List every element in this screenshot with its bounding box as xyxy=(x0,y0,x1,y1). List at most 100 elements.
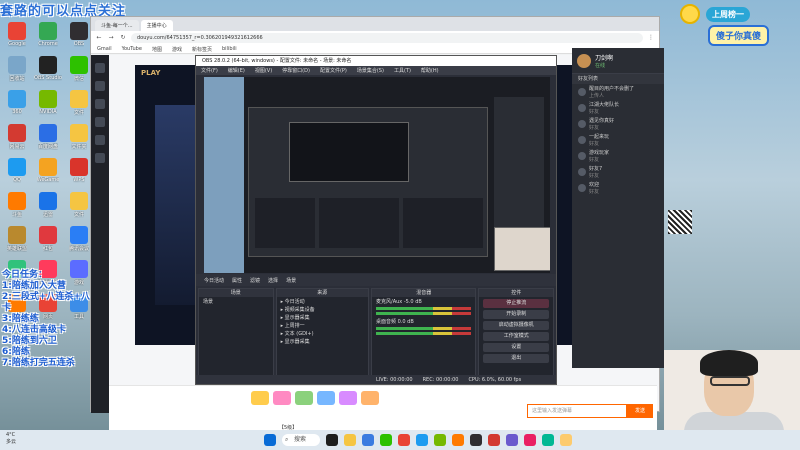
chat-item[interactable]: 欢迎 好友 xyxy=(572,180,664,196)
taskbar-app-icon[interactable] xyxy=(524,434,536,446)
back-icon[interactable]: ← xyxy=(95,34,103,42)
sidebar-item-分区[interactable] xyxy=(95,117,105,127)
address-bar[interactable]: douyu.com/64751357_r=0.30620194932161266… xyxy=(131,33,643,43)
source-item[interactable]: ▸ 上周排一 xyxy=(277,321,368,329)
desktop-icon[interactable]: 迅雷 xyxy=(33,192,63,224)
taskbar-app-icon[interactable] xyxy=(380,434,392,446)
desktop-icon[interactable]: Chrome xyxy=(33,22,63,54)
taskbar-app-icon[interactable] xyxy=(398,434,410,446)
desktop-icon[interactable]: 回收站 xyxy=(2,56,32,88)
obs-control-button[interactable]: 停止推流 xyxy=(483,299,549,308)
source-item[interactable]: ▸ 视频采集设备 xyxy=(277,305,368,313)
sidebar-item-直播[interactable] xyxy=(95,81,105,91)
tab-streamer-center[interactable]: 主播中心 xyxy=(140,20,173,31)
gift-icon[interactable] xyxy=(361,391,379,405)
desktop-icon-label: 360 xyxy=(12,109,22,115)
desktop-icon[interactable]: 红包 xyxy=(33,226,63,258)
desktop-icon[interactable]: 百度网盘 xyxy=(33,124,63,156)
taskbar-app-icon[interactable] xyxy=(434,434,446,446)
menu-icon[interactable]: ⋮ xyxy=(647,34,655,42)
scene-item[interactable]: 场景 xyxy=(199,297,273,305)
send-button[interactable]: 发送 xyxy=(627,404,653,418)
forward-icon[interactable]: → xyxy=(107,34,115,42)
bookmark-item[interactable]: 地图 xyxy=(152,46,162,53)
gift-icon[interactable] xyxy=(317,391,335,405)
bookmark-item[interactable]: 游戏 xyxy=(172,46,182,53)
desktop-icon[interactable]: 英雄联盟 xyxy=(2,226,32,258)
windows-start-icon[interactable] xyxy=(264,434,276,446)
obs-control-button[interactable]: 工作室模式 xyxy=(483,332,549,341)
bookmark-item[interactable]: bilibili xyxy=(222,46,237,52)
chat-item[interactable]: 遇见你真好 好友 xyxy=(572,116,664,132)
chat-item[interactable]: 一起来玩 好友 xyxy=(572,132,664,148)
obs-menu-item[interactable]: 工具(T) xyxy=(394,67,411,74)
source-item[interactable]: ▸ 文本 (GDI+) xyxy=(277,329,368,337)
bookmark-item[interactable]: Gmail xyxy=(97,46,112,52)
chat-item[interactable]: 江湖大佬队长 好友 xyxy=(572,100,664,116)
obs-menu-item[interactable]: 文件(F) xyxy=(201,67,218,74)
avatar xyxy=(578,136,586,144)
desktop-icon[interactable]: 斗鱼 xyxy=(2,192,32,224)
weather-widget[interactable]: 4°C 多云 xyxy=(6,432,16,446)
obs-control-button[interactable]: 开始录制 xyxy=(483,310,549,319)
taskbar-app-icon[interactable] xyxy=(470,434,482,446)
app-icon xyxy=(70,22,88,40)
app-icon xyxy=(39,90,57,108)
scene-bar-item[interactable]: 选择 xyxy=(268,277,278,284)
sidebar-item-首页[interactable] xyxy=(95,63,105,73)
bookmark-item[interactable]: YouTube xyxy=(122,46,142,52)
taskbar-app-icon[interactable] xyxy=(560,434,572,446)
scene-bar-item[interactable]: 属性 xyxy=(232,277,242,284)
desktop-icon[interactable]: 360 xyxy=(2,90,32,122)
taskbar-app-icon[interactable] xyxy=(416,434,428,446)
gift-icon[interactable] xyxy=(339,391,357,405)
obs-menu-item[interactable]: 帮助(H) xyxy=(421,67,439,74)
taskbar-app-icon[interactable] xyxy=(362,434,374,446)
chat-tab[interactable]: 好友列表 xyxy=(572,74,664,84)
obs-menu-item[interactable]: 场景集合(S) xyxy=(357,67,384,74)
desktop-icon[interactable]: OBS Studio xyxy=(33,56,63,88)
sidebar-item-赛事[interactable] xyxy=(95,153,105,163)
obs-menu-item[interactable]: 编辑(E) xyxy=(228,67,245,74)
source-item[interactable]: ▸ 显示器采集 xyxy=(277,313,368,321)
desktop-icon[interactable]: 网易云 xyxy=(2,124,32,156)
taskbar-app-icon[interactable] xyxy=(542,434,554,446)
taskbar-app-icon[interactable] xyxy=(488,434,500,446)
sidebar-item-游戏[interactable] xyxy=(95,135,105,145)
chat-item-sub: 好友 xyxy=(589,157,600,163)
obs-control-button[interactable]: 启动虚拟摄像机 xyxy=(483,321,549,330)
scene-bar-item[interactable]: 场景 xyxy=(286,277,296,284)
gift-icon[interactable] xyxy=(251,391,269,405)
gift-icon[interactable] xyxy=(273,391,291,405)
tab-douyu[interactable]: 斗鱼-每一个... xyxy=(95,20,139,31)
desktop-icon[interactable]: WeGame xyxy=(33,158,63,190)
chat-item[interactable]: 醒目的用户不会删了 上传人 xyxy=(572,84,664,100)
desktop-icon[interactable]: QQ xyxy=(2,158,32,190)
chat-item[interactable]: 游戏玩家 好友 xyxy=(572,148,664,164)
obs-menu-item[interactable]: 配置文件(P) xyxy=(320,67,347,74)
taskbar-app-icon[interactable] xyxy=(452,434,464,446)
taskbar-app-icon[interactable] xyxy=(344,434,356,446)
taskbar-app-icon[interactable] xyxy=(506,434,518,446)
chat-item[interactable]: 好友7 好友 xyxy=(572,164,664,180)
obs-control-button[interactable]: 退出 xyxy=(483,354,549,363)
desktop-icon[interactable]: Google xyxy=(2,22,32,54)
scene-bar-item[interactable]: 今日活动 xyxy=(204,277,224,284)
obs-control-button[interactable]: 设置 xyxy=(483,343,549,352)
chat-item-name: 江湖大佬队长 xyxy=(589,102,620,108)
desktop-icon[interactable]: NVIDIA xyxy=(33,90,63,122)
taskbar-search[interactable]: ⌕ 搜索 xyxy=(282,434,320,446)
obs-menu-item[interactable]: 停靠窗口(D) xyxy=(282,67,310,74)
gift-icon[interactable] xyxy=(295,391,313,405)
taskbar-app-icon[interactable] xyxy=(326,434,338,446)
sidebar-item-关注[interactable] xyxy=(95,99,105,109)
mixer-channel-label: 桌面音频 0.0 dB xyxy=(376,319,414,325)
bookmark-item[interactable]: 新标签页 xyxy=(192,46,212,53)
danmaku-input[interactable]: 这里输入发送弹幕 xyxy=(527,404,627,418)
source-item[interactable]: ▸ 显示器采集 xyxy=(277,337,368,345)
scene-bar-item[interactable]: 滤镜 xyxy=(250,277,260,284)
source-item[interactable]: ▸ 今日活动 xyxy=(277,297,368,305)
tab-bar: 斗鱼-每一个... 主播中心 xyxy=(91,17,659,31)
obs-menu-item[interactable]: 视图(V) xyxy=(255,67,272,74)
reload-icon[interactable]: ↻ xyxy=(119,34,127,42)
